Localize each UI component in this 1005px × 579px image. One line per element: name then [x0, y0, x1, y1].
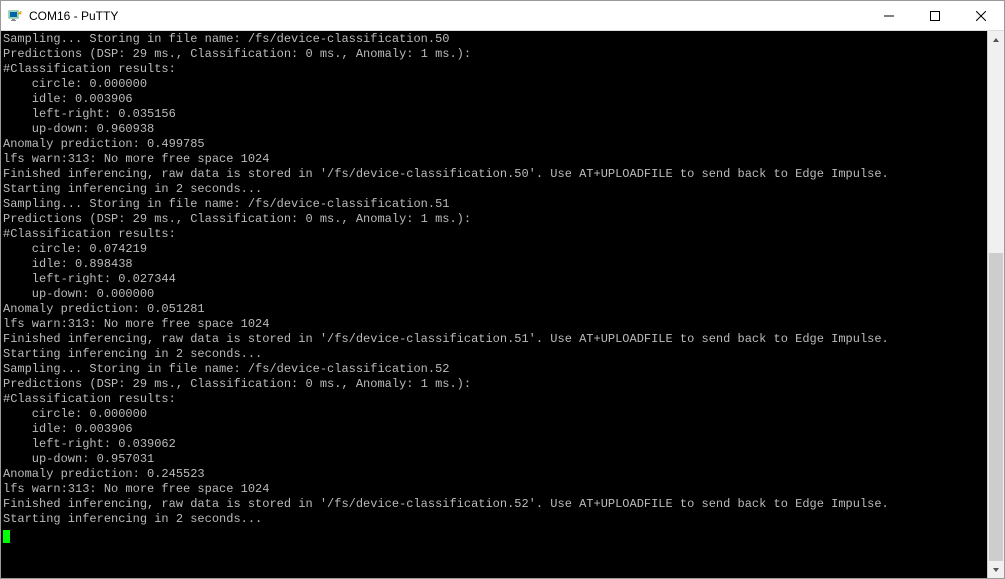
terminal-line: circle: 0.000000: [3, 407, 985, 422]
terminal-line: Starting inferencing in 2 seconds...: [3, 347, 985, 362]
terminal-line: idle: 0.003906: [3, 92, 985, 107]
scrollbar[interactable]: [987, 31, 1004, 578]
terminal-line: Anomaly prediction: 0.499785: [3, 137, 985, 152]
maximize-button[interactable]: [912, 1, 958, 30]
terminal-line: left-right: 0.027344: [3, 272, 985, 287]
terminal-line: Sampling... Storing in file name: /fs/de…: [3, 32, 985, 47]
terminal-line: lfs warn:313: No more free space 1024: [3, 317, 985, 332]
scroll-thumb[interactable]: [989, 253, 1003, 561]
terminal-line: Anomaly prediction: 0.051281: [3, 302, 985, 317]
terminal-line: up-down: 0.957031: [3, 452, 985, 467]
terminal-line: Starting inferencing in 2 seconds...: [3, 182, 985, 197]
terminal-line: #Classification results:: [3, 62, 985, 77]
terminal-line: Sampling... Storing in file name: /fs/de…: [3, 362, 985, 377]
putty-icon: [7, 8, 23, 24]
terminal-line: Finished inferencing, raw data is stored…: [3, 332, 985, 347]
scroll-down-button[interactable]: [988, 561, 1004, 578]
terminal-line: Predictions (DSP: 29 ms., Classification…: [3, 47, 985, 62]
terminal-line: #Classification results:: [3, 227, 985, 242]
terminal-line: left-right: 0.035156: [3, 107, 985, 122]
terminal-line: Predictions (DSP: 29 ms., Classification…: [3, 377, 985, 392]
terminal-line: up-down: 0.960938: [3, 122, 985, 137]
terminal-line: Predictions (DSP: 29 ms., Classification…: [3, 212, 985, 227]
terminal-line: up-down: 0.000000: [3, 287, 985, 302]
terminal-line: Anomaly prediction: 0.245523: [3, 467, 985, 482]
terminal-line: Sampling... Storing in file name: /fs/de…: [3, 197, 985, 212]
terminal-cursor: [3, 530, 10, 543]
terminal-line: Starting inferencing in 2 seconds...: [3, 512, 985, 527]
titlebar[interactable]: COM16 - PuTTY: [1, 1, 1004, 31]
terminal-line: #Classification results:: [3, 392, 985, 407]
terminal[interactable]: Sampling... Storing in file name: /fs/de…: [1, 31, 987, 578]
terminal-cursor-line: [3, 527, 985, 542]
terminal-line: Finished inferencing, raw data is stored…: [3, 167, 985, 182]
terminal-line: circle: 0.074219: [3, 242, 985, 257]
terminal-line: idle: 0.898438: [3, 257, 985, 272]
terminal-line: circle: 0.000000: [3, 77, 985, 92]
minimize-button[interactable]: [866, 1, 912, 30]
terminal-container: Sampling... Storing in file name: /fs/de…: [1, 31, 1004, 578]
scroll-track[interactable]: [988, 48, 1004, 561]
terminal-line: idle: 0.003906: [3, 422, 985, 437]
terminal-line: lfs warn:313: No more free space 1024: [3, 152, 985, 167]
terminal-line: lfs warn:313: No more free space 1024: [3, 482, 985, 497]
terminal-line: Finished inferencing, raw data is stored…: [3, 497, 985, 512]
scroll-up-button[interactable]: [988, 31, 1004, 48]
terminal-line: left-right: 0.039062: [3, 437, 985, 452]
window-title: COM16 - PuTTY: [29, 9, 866, 23]
window-controls: [866, 1, 1004, 30]
close-button[interactable]: [958, 1, 1004, 30]
